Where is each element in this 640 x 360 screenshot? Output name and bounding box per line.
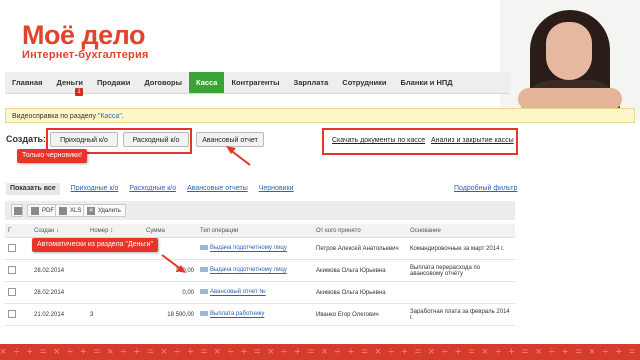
annotation-arrows <box>161 146 251 273</box>
decorative-footer-strip: × ÷ + = × ÷ + = × ÷ + = × ÷ + = × ÷ + = … <box>0 344 640 360</box>
